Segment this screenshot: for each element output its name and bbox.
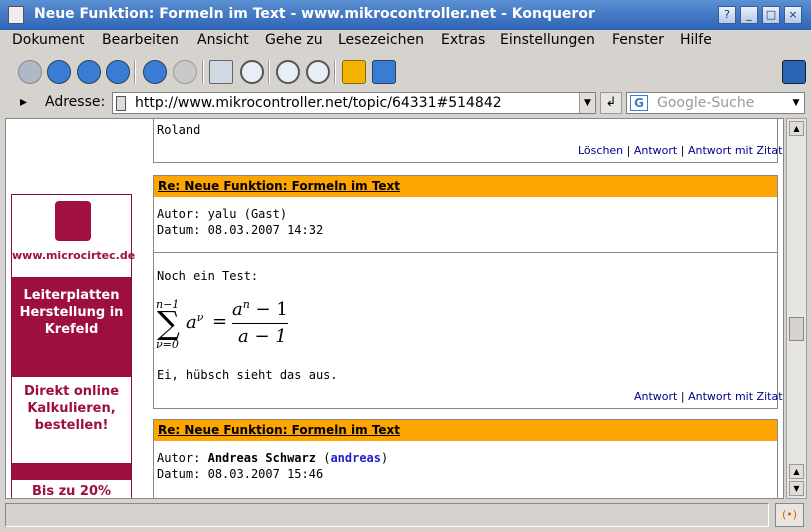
address-label: Adresse: <box>45 94 106 110</box>
reply-link[interactable]: Antwort <box>634 390 677 403</box>
go-icon[interactable]: ↲ <box>600 92 622 114</box>
author-name: Andreas Schwarz <box>207 451 316 465</box>
toolbar <box>0 52 811 90</box>
help-icon[interactable]: ? <box>718 6 736 24</box>
menu-extras[interactable]: Extras <box>441 32 485 48</box>
stop-icon[interactable] <box>173 60 197 84</box>
separator: | <box>680 144 685 157</box>
menu-dokument[interactable]: Dokument <box>12 32 85 48</box>
author-name: yalu (Gast) <box>207 207 288 221</box>
menu-einstellungen[interactable]: Einstellungen <box>500 32 595 48</box>
menu-bearbeiten[interactable]: Bearbeiten <box>102 32 179 48</box>
author-label: Autor: <box>157 451 201 465</box>
forward-icon[interactable] <box>47 60 71 84</box>
menu-ansicht[interactable]: Ansicht <box>197 32 249 48</box>
post-roland: Roland Löschen | Antwort | Antwort mit Z… <box>153 119 782 163</box>
up-icon[interactable] <box>77 60 101 84</box>
ad-line2: Direkt online Kalkulieren, bestellen! <box>23 384 120 433</box>
post-title-bar: Re: Neue Funktion: Formeln im Text <box>154 420 777 441</box>
post-meta: Autor: yalu (Gast) Datum: 08.03.2007 14:… <box>157 206 323 238</box>
menu-bar: Dokument Bearbeiten Ansicht Gehe zu Lese… <box>0 30 811 52</box>
url-dropdown-icon[interactable]: ▼ <box>579 93 595 113</box>
post-title-bar: Re: Neue Funktion: Formeln im Text <box>154 176 777 197</box>
web-content: www.microcirtec.de Leiterplatten Herstel… <box>5 118 784 499</box>
back-icon[interactable] <box>18 60 42 84</box>
zoom-in-icon[interactable] <box>276 60 300 84</box>
post-text-2: Ei, hübsch sieht das aus. <box>157 368 338 382</box>
reply-link[interactable]: Antwort <box>634 144 677 157</box>
separator: | <box>626 144 631 157</box>
post-actions: Antwort | Antwort mit Zitat <box>634 390 783 403</box>
print-preview-icon[interactable] <box>240 60 264 84</box>
reload-icon[interactable] <box>143 60 167 84</box>
microcirtec-logo-icon <box>55 201 91 241</box>
search-input[interactable]: G Google-Suche ▼ <box>626 92 805 114</box>
reply-quote-link[interactable]: Antwort mit Zitat <box>688 390 782 403</box>
window-title: Neue Funktion: Formeln im Text - www.mik… <box>34 6 595 22</box>
ad-line1: Leiterplatten Herstellung in Krefeld <box>12 277 131 377</box>
url-input[interactable]: http://www.mikrocontroller.net/topic/643… <box>112 92 596 114</box>
date-label: Datum: <box>157 467 201 481</box>
url-text: http://www.mikrocontroller.net/topic/643… <box>135 95 502 111</box>
menu-hilfe[interactable]: Hilfe <box>680 32 712 48</box>
status-bar: (•) <box>0 500 811 531</box>
menu-gehe-zu[interactable]: Gehe zu <box>265 32 323 48</box>
post-date: 08.03.2007 15:46 <box>207 467 324 481</box>
reply-quote-link[interactable]: Antwort mit Zitat <box>688 144 782 157</box>
sigma-icon: ∑ <box>157 304 180 342</box>
ad-line3: Bis zu 20% <box>12 480 131 498</box>
menu-fenster[interactable]: Fenster <box>612 32 664 48</box>
scroll-thumb[interactable] <box>789 317 804 341</box>
menu-lesezeichen[interactable]: Lesezeichen <box>338 32 424 48</box>
search-dropdown-icon[interactable]: ▼ <box>788 93 804 113</box>
post-date: 08.03.2007 14:32 <box>207 223 324 237</box>
ad-banner[interactable]: www.microcirtec.de Leiterplatten Herstel… <box>11 194 136 498</box>
post-yalu: Re: Neue Funktion: Formeln im Text Autor… <box>153 175 783 409</box>
minimize-button[interactable]: _ <box>740 6 758 24</box>
search-placeholder: Google-Suche <box>657 95 755 111</box>
post-andreas: Re: Neue Funktion: Formeln im Text Autor… <box>153 419 778 498</box>
google-icon[interactable]: G <box>630 95 648 111</box>
rss-feed-icon[interactable]: (•) <box>775 503 804 527</box>
scroll-down-icon[interactable]: ▲ <box>789 464 804 479</box>
address-bar: ▸ Adresse: http://www.mikrocontroller.ne… <box>0 90 811 118</box>
scroll-down-icon[interactable]: ▼ <box>789 481 804 496</box>
maximize-button[interactable]: □ <box>762 6 780 24</box>
clear-location-icon[interactable]: ▸ <box>20 94 27 110</box>
title-bar: Neue Funktion: Formeln im Text - www.mik… <box>0 0 811 30</box>
page-icon <box>116 96 126 111</box>
scroll-up-icon[interactable]: ▲ <box>789 121 804 136</box>
konqueror-logo-icon[interactable] <box>782 60 806 84</box>
author-nick-link[interactable]: andreas <box>330 451 381 465</box>
zoom-out-icon[interactable] <box>306 60 330 84</box>
post-actions: Löschen | Antwort | Antwort mit Zitat <box>578 144 782 157</box>
security-lock-icon[interactable] <box>342 60 366 84</box>
separator: | <box>680 390 685 403</box>
ad-site: www.microcirtec.de <box>12 249 136 262</box>
post-text-1: Noch ein Test: <box>157 269 259 283</box>
status-text <box>5 503 769 527</box>
post-title-link[interactable]: Re: Neue Funktion: Formeln im Text <box>158 423 400 437</box>
app-icon[interactable] <box>8 6 24 24</box>
date-label: Datum: <box>157 223 201 237</box>
post-body: Roland <box>157 123 201 137</box>
vertical-scrollbar[interactable]: ▲ ▲ ▼ <box>786 118 807 499</box>
download-icon[interactable] <box>372 60 396 84</box>
post-title-link[interactable]: Re: Neue Funktion: Formeln im Text <box>158 179 400 193</box>
math-formula: n−1 ∑ ν=0 aν = an − 1 a − 1 <box>156 298 288 351</box>
post-meta: Autor: Andreas Schwarz (andreas) Datum: … <box>157 451 389 481</box>
close-button[interactable]: × <box>784 6 802 24</box>
delete-link[interactable]: Löschen <box>578 144 623 157</box>
author-label: Autor: <box>157 207 201 221</box>
print-icon[interactable] <box>209 60 233 84</box>
home-icon[interactable] <box>106 60 130 84</box>
